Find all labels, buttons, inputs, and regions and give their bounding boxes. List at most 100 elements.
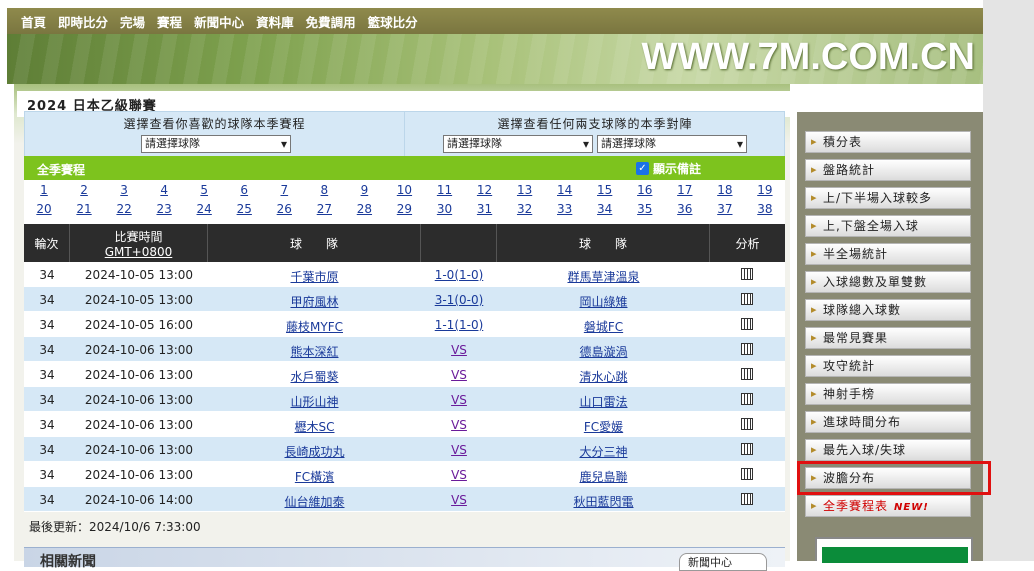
round-link[interactable]: 2 [64,183,104,197]
team-select[interactable]: 請選擇球隊 [141,135,291,153]
round-link[interactable]: 21 [64,202,104,216]
nav-free-embed[interactable]: 免費調用 [306,12,356,31]
nav-home[interactable]: 首頁 [21,12,46,31]
round-link[interactable]: 13 [505,183,545,197]
analysis-icon[interactable] [741,293,753,305]
sidebar-item[interactable]: 入球總數及單雙數 [805,271,971,293]
away-team-link[interactable]: 群馬草津溫泉 [497,268,710,285]
round-link[interactable]: 4 [144,183,184,197]
round-link[interactable]: 34 [585,202,625,216]
round-link[interactable]: 35 [625,202,665,216]
sidebar-item[interactable]: 最先入球/失球 [805,439,971,461]
home-team-link[interactable]: 熊本深紅 [208,343,421,360]
round-link[interactable]: 10 [384,183,424,197]
home-team-link[interactable]: 仙台維加泰 [208,493,421,510]
sidebar-item[interactable]: 神射手榜 [805,383,971,405]
home-team-link[interactable]: 甲府風林 [208,293,421,310]
score-link[interactable]: VS [421,343,497,357]
score-link[interactable]: VS [421,393,497,407]
round-link[interactable]: 30 [425,202,465,216]
news-center-tab[interactable]: 新聞中心 [679,553,767,571]
away-team-link[interactable]: 山口雷法 [497,393,710,410]
away-team-link[interactable]: 磐城FC [497,318,710,335]
analysis-icon[interactable] [741,343,753,355]
team-a-select[interactable]: 請選擇球隊 [443,135,593,153]
round-link[interactable]: 33 [545,202,585,216]
away-team-link[interactable]: 秋田藍閃電 [497,493,710,510]
home-team-link[interactable]: 藤枝MYFC [208,318,421,335]
team-b-select[interactable]: 請選擇球隊 [597,135,747,153]
round-link[interactable]: 25 [224,202,264,216]
round-link[interactable]: 22 [104,202,144,216]
round-link[interactable]: 19 [745,183,785,197]
sidebar-ad[interactable] [815,537,973,563]
score-link[interactable]: VS [421,368,497,382]
away-team-link[interactable]: 岡山綠雉 [497,293,710,310]
sidebar-item[interactable]: 上/下半場入球較多 [805,187,971,209]
round-link[interactable]: 14 [545,183,585,197]
away-team-link[interactable]: 清水心跳 [497,368,710,385]
home-team-link[interactable]: 長崎成功丸 [208,443,421,460]
sidebar-item[interactable]: 上,下盤全場入球 [805,215,971,237]
away-team-link[interactable]: 大分三神 [497,443,710,460]
analysis-icon[interactable] [741,418,753,430]
home-team-link[interactable]: 山形山神 [208,393,421,410]
round-link[interactable]: 6 [224,183,264,197]
analysis-icon[interactable] [741,318,753,330]
nav-live-scores[interactable]: 即時比分 [58,12,108,31]
round-link[interactable]: 17 [665,183,705,197]
score-link[interactable]: 3-1(0-0) [421,293,497,307]
round-link[interactable]: 27 [304,202,344,216]
round-link[interactable]: 3 [104,183,144,197]
round-link[interactable]: 31 [465,202,505,216]
sidebar-item[interactable]: 進球時間分布 [805,411,971,433]
round-link[interactable]: 7 [264,183,304,197]
away-team-link[interactable]: 德島漩渦 [497,343,710,360]
score-link[interactable]: 1-1(1-0) [421,318,497,332]
sidebar-item[interactable]: 盤路統計 [805,159,971,181]
sidebar-item[interactable]: 球隊總入球數 [805,299,971,321]
analysis-icon[interactable] [741,368,753,380]
sidebar-item[interactable]: 全季賽程表 NEW! [805,495,971,517]
score-link[interactable]: VS [421,468,497,482]
round-link[interactable]: 37 [705,202,745,216]
round-link[interactable]: 11 [425,183,465,197]
nav-finished[interactable]: 完場 [120,12,145,31]
home-team-link[interactable]: 千葉市原 [208,268,421,285]
nav-fixtures[interactable]: 賽程 [157,12,182,31]
round-link[interactable]: 18 [705,183,745,197]
round-link[interactable]: 20 [24,202,64,216]
timezone-link[interactable]: GMT+0800 [105,245,173,259]
sidebar-item[interactable]: 積分表 [805,131,971,153]
analysis-icon[interactable] [741,443,753,455]
analysis-icon[interactable] [741,268,753,280]
score-link[interactable]: VS [421,493,497,507]
score-link[interactable]: 1-0(1-0) [421,268,497,282]
round-link[interactable]: 8 [304,183,344,197]
sidebar-item[interactable]: 攻守統計 [805,355,971,377]
away-team-link[interactable]: 鹿兒島聯 [497,468,710,485]
round-link[interactable]: 16 [625,183,665,197]
sidebar-item[interactable]: 波膽分布 [805,467,971,489]
analysis-icon[interactable] [741,493,753,505]
checkbox-checked-icon[interactable]: ✓ [636,162,649,175]
nav-basketball-scores[interactable]: 籃球比分 [368,12,418,31]
round-link[interactable]: 36 [665,202,705,216]
round-link[interactable]: 24 [184,202,224,216]
nav-news-center[interactable]: 新聞中心 [194,12,244,31]
nav-database[interactable]: 資料庫 [256,12,294,31]
home-team-link[interactable]: 水戶蜀葵 [208,368,421,385]
round-link[interactable]: 9 [344,183,384,197]
round-link[interactable]: 29 [384,202,424,216]
home-team-link[interactable]: 櫪木SC [208,418,421,435]
round-link[interactable]: 15 [585,183,625,197]
away-team-link[interactable]: FC愛媛 [497,418,710,435]
show-remarks-toggle[interactable]: ✓ 顯示備註 [636,160,701,177]
round-link[interactable]: 26 [264,202,304,216]
round-link[interactable]: 23 [144,202,184,216]
round-link[interactable]: 12 [465,183,505,197]
score-link[interactable]: VS [421,418,497,432]
sidebar-item[interactable]: 半全場統計 [805,243,971,265]
round-link[interactable]: 28 [344,202,384,216]
round-link[interactable]: 38 [745,202,785,216]
